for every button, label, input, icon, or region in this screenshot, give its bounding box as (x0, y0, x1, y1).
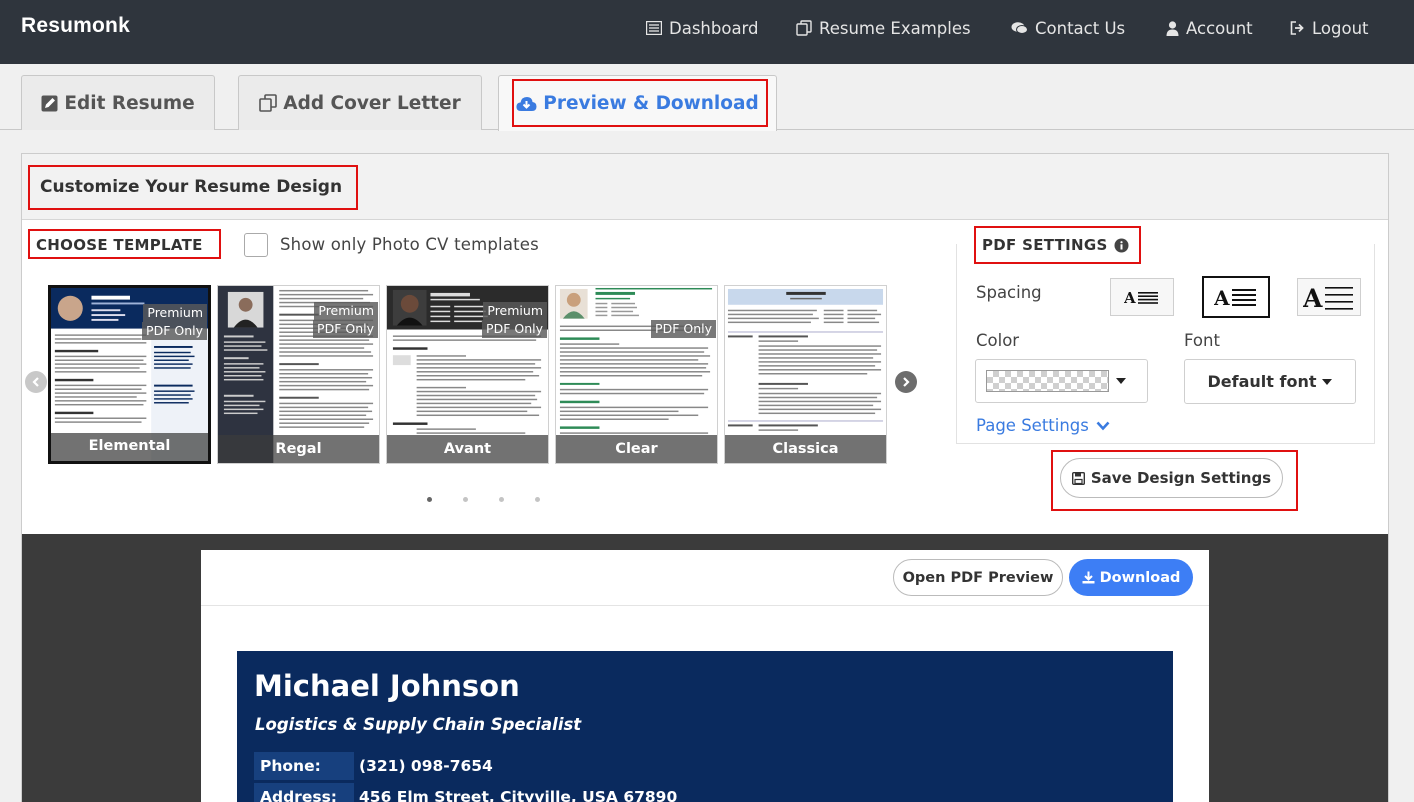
resume-name: Michael Johnson (254, 669, 520, 703)
carousel-next-button[interactable] (895, 371, 917, 393)
caret-down-icon (1116, 378, 1126, 384)
preview-toolbar-divider (201, 605, 1209, 606)
spacing-compact-icon: A (1124, 289, 1158, 307)
pdf-only-badge: PDF Only (651, 320, 716, 338)
tab-preview-download-label: Preview & Download (543, 93, 759, 114)
template-name: Clear (556, 435, 717, 463)
spacing-label: Spacing (976, 283, 1042, 302)
top-navbar: Resumonk Dashboard Resume Examples Conta… (0, 0, 1414, 64)
svg-text:A: A (1124, 289, 1136, 307)
open-pdf-preview-button[interactable]: Open PDF Preview (893, 559, 1063, 596)
nav-contact-us-label: Contact Us (1035, 18, 1126, 38)
carousel-dot-2[interactable] (463, 497, 468, 502)
svg-text:A: A (1214, 286, 1230, 310)
template-name: Regal (218, 435, 379, 463)
download-icon (1082, 571, 1095, 584)
template-card-regal[interactable]: Premium PDF Only Regal (217, 285, 380, 464)
photo-cv-checkbox[interactable] (244, 233, 268, 257)
template-name: Classica (725, 435, 886, 463)
pdf-only-badge: PDF Only (482, 320, 547, 338)
nav-resume-examples-label: Resume Examples (819, 18, 971, 38)
open-pdf-preview-label: Open PDF Preview (902, 569, 1054, 586)
color-swatch (986, 370, 1109, 392)
spacing-relaxed-button[interactable]: A (1297, 278, 1361, 316)
download-button[interactable]: Download (1069, 559, 1193, 596)
nav-account-label: Account (1186, 18, 1253, 38)
template-name: Avant (387, 435, 548, 463)
template-name: Elemental (51, 433, 208, 461)
panel-title: Customize Your Resume Design (40, 177, 343, 197)
pdf-settings-title: PDF SETTINGS (982, 236, 1108, 254)
chat-icon (1011, 22, 1028, 34)
copy-icon (796, 20, 812, 36)
caret-down-icon (1322, 378, 1333, 385)
spacing-normal-icon: A (1214, 286, 1256, 310)
save-design-settings-button[interactable]: Save Design Settings (1060, 458, 1283, 498)
photo-cv-checkbox-label[interactable]: Show only Photo CV templates (280, 235, 539, 254)
resume-detail-value: (321) 098-7654 (359, 757, 493, 775)
template-card-elemental[interactable]: Premium PDF Only Elemental (48, 285, 211, 464)
carousel-prev-button[interactable] (25, 371, 47, 393)
spacing-normal-button[interactable]: A (1202, 276, 1270, 318)
pdf-only-badge: PDF Only (142, 322, 207, 340)
resume-role: Logistics & Supply Chain Specialist (255, 715, 582, 734)
premium-badge: Premium (483, 302, 547, 320)
brand-logo[interactable]: Resumonk (21, 14, 130, 38)
carousel-dot-1[interactable] (427, 497, 432, 502)
page-settings-toggle[interactable]: Page Settings (976, 416, 1110, 435)
tab-add-cover-letter-label: Add Cover Letter (283, 92, 461, 114)
tab-add-cover-letter[interactable]: Add Cover Letter (238, 75, 482, 130)
color-picker[interactable] (975, 359, 1148, 403)
page-settings-label: Page Settings (976, 416, 1089, 435)
save-icon (1071, 471, 1085, 485)
premium-badge: Premium (143, 304, 207, 322)
tab-edit-resume-label: Edit Resume (64, 92, 195, 114)
resume-detail-key: Phone: (254, 752, 354, 780)
spacing-compact-button[interactable]: A (1110, 278, 1174, 316)
nav-contact-us[interactable]: Contact Us (1011, 17, 1125, 39)
template-card-classica[interactable]: Classica (724, 285, 887, 464)
resume-detail-key: Address: (254, 783, 354, 802)
nav-logout-label: Logout (1312, 18, 1369, 38)
user-icon (1166, 20, 1179, 36)
chevron-right-icon (903, 377, 910, 387)
resume-header: Michael Johnson Logistics & Supply Chain… (237, 651, 1173, 802)
panel-header: Customize Your Resume Design (22, 154, 1388, 220)
color-label: Color (976, 331, 1020, 350)
info-icon[interactable] (1114, 238, 1129, 253)
save-design-settings-label: Save Design Settings (1090, 469, 1272, 487)
premium-badge: Premium (314, 302, 378, 320)
spacing-relaxed-icon: A (1303, 284, 1353, 311)
download-label: Download (1099, 569, 1181, 586)
chevron-left-icon (32, 377, 39, 387)
font-label: Font (1184, 331, 1220, 350)
logout-icon (1290, 21, 1304, 35)
nav-account[interactable]: Account (1166, 17, 1253, 39)
copy-icon (259, 94, 278, 112)
tab-edit-resume[interactable]: Edit Resume (21, 75, 215, 130)
template-card-avant[interactable]: Premium PDF Only Avant (386, 285, 549, 464)
pdf-settings-label: PDF SETTINGS (982, 236, 1129, 254)
dashboard-icon (646, 21, 662, 35)
choose-template-label: CHOOSE TEMPLATE (36, 236, 203, 254)
nav-dashboard[interactable]: Dashboard (646, 17, 759, 39)
nav-dashboard-label: Dashboard (669, 18, 759, 38)
cloud-download-icon (516, 96, 537, 111)
template-card-clear[interactable]: PDF Only Clear (555, 285, 718, 464)
svg-text:A: A (1303, 284, 1323, 311)
resume-detail-value: 456 Elm Street, Cityville, USA 67890 (359, 788, 678, 802)
font-dropdown-value: Default font (1207, 372, 1317, 391)
carousel-dot-3[interactable] (499, 497, 504, 502)
edit-icon (41, 95, 58, 111)
nav-logout[interactable]: Logout (1290, 17, 1369, 39)
font-dropdown[interactable]: Default font (1184, 359, 1356, 404)
tab-preview-download[interactable]: Preview & Download (498, 75, 777, 131)
nav-resume-examples[interactable]: Resume Examples (796, 17, 971, 39)
carousel-dot-4[interactable] (535, 497, 540, 502)
chevron-down-icon (1096, 421, 1110, 430)
pdf-only-badge: PDF Only (313, 320, 378, 338)
